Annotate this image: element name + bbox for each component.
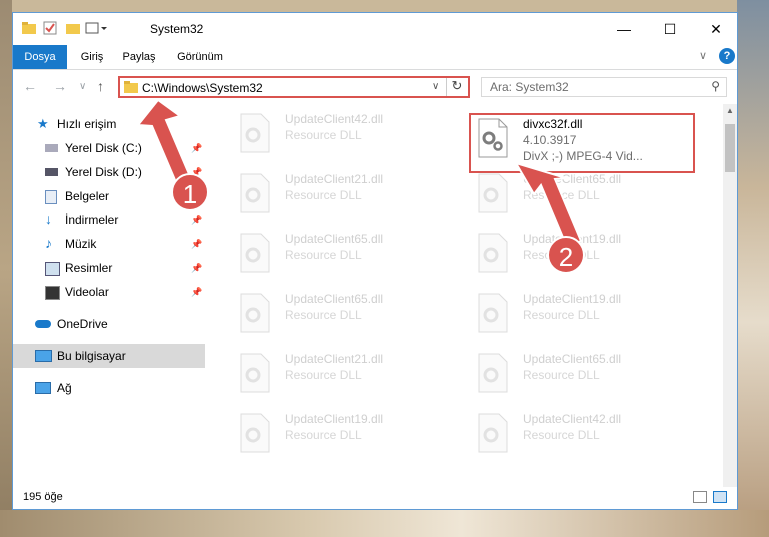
step-badge-1: 1 <box>171 173 209 211</box>
arrow-2 <box>513 161 583 249</box>
step-badge-2: 2 <box>547 236 585 274</box>
annotation-arrows <box>136 98 583 249</box>
